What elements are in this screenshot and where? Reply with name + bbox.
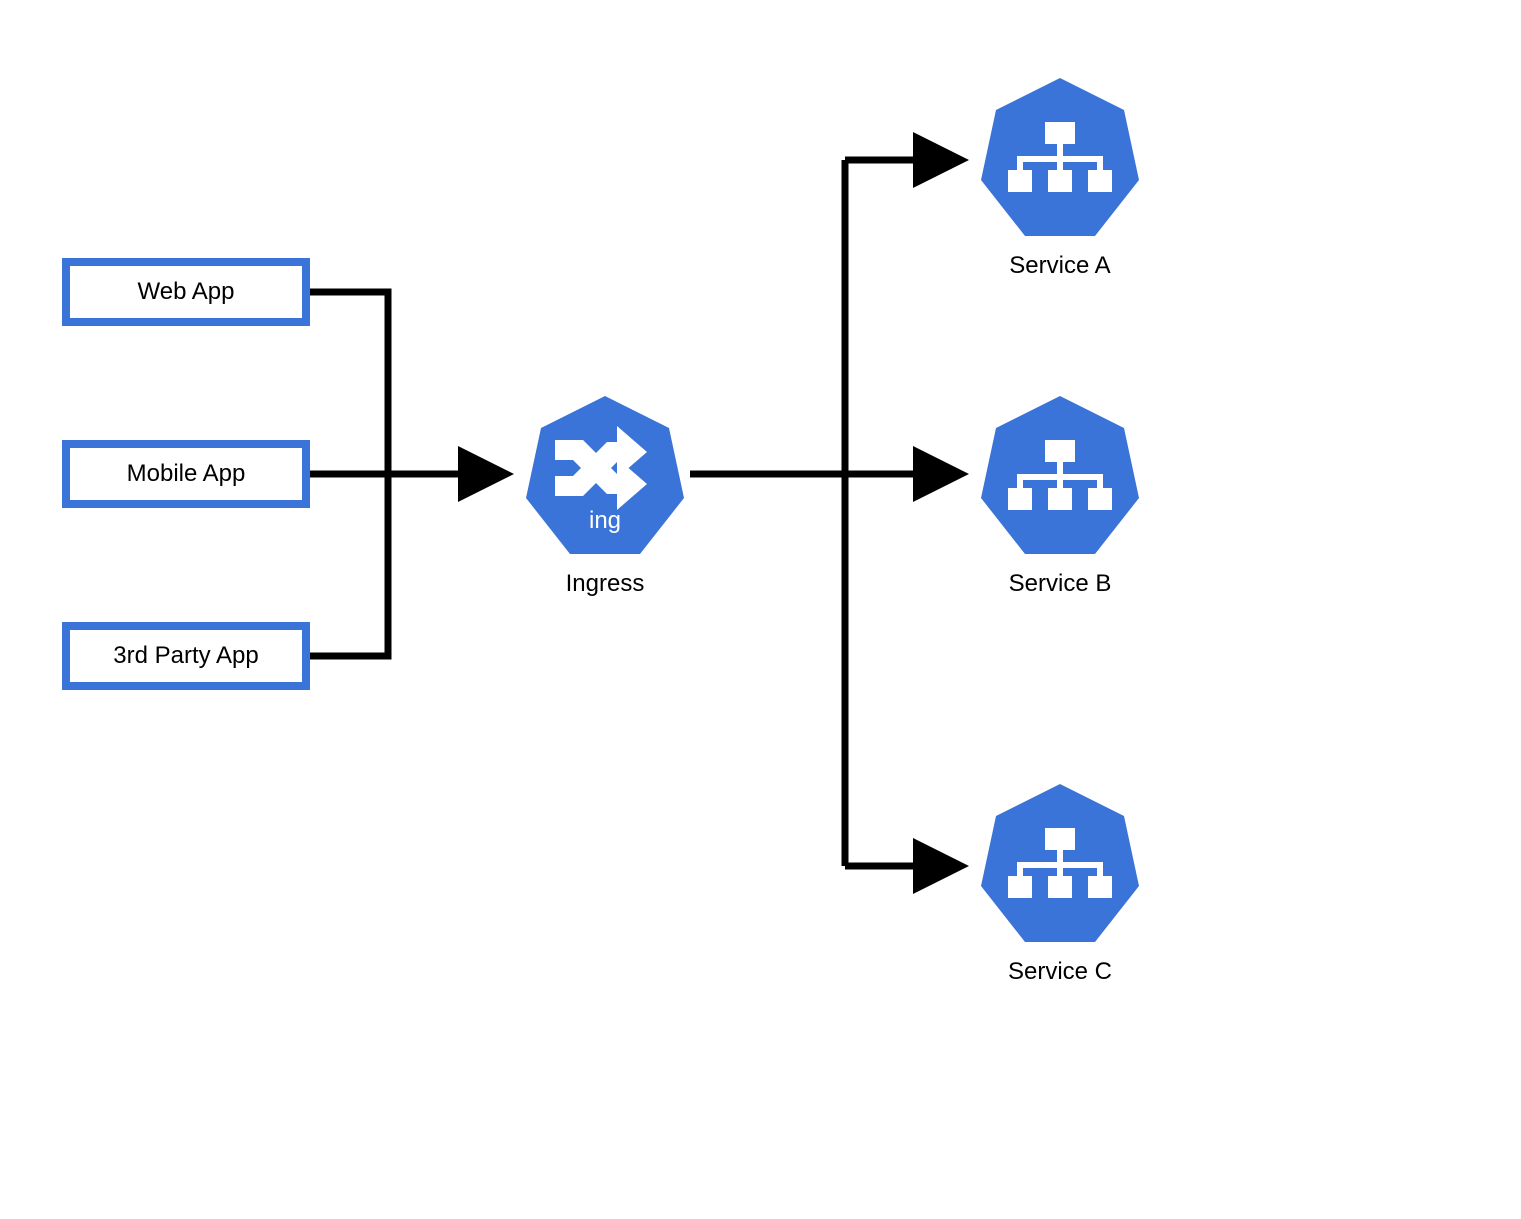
client-web-app: Web App [62, 258, 310, 326]
service-b-node [981, 396, 1139, 554]
service-c-label: Service C [960, 958, 1160, 986]
service-a-node [981, 78, 1139, 236]
client-web-app-label: Web App [138, 278, 235, 306]
ingress-label: Ingress [505, 570, 705, 598]
client-mobile-app-label: Mobile App [127, 460, 246, 488]
client-third-party-app: 3rd Party App [62, 622, 310, 690]
ingress-inner-label: ing [589, 507, 621, 534]
client-mobile-app: Mobile App [62, 440, 310, 508]
ingress-node: ing [526, 396, 684, 554]
service-c-node [981, 784, 1139, 942]
client-third-party-app-label: 3rd Party App [113, 642, 258, 670]
service-a-label: Service A [960, 252, 1160, 280]
service-b-label: Service B [960, 570, 1160, 598]
connectors-ingress-to-services [690, 160, 955, 866]
connectors-clients-to-ingress [310, 292, 500, 656]
